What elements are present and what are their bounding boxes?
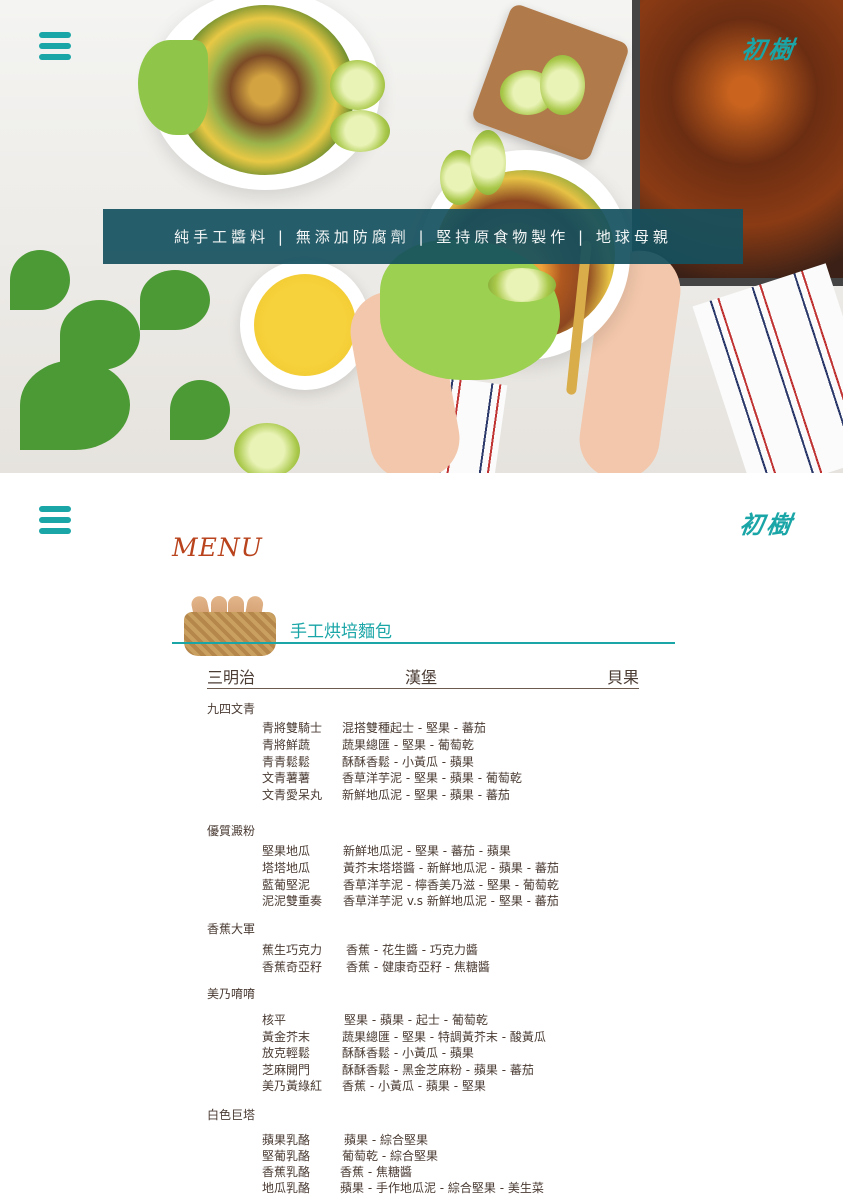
menu-item-name: 塔塔地瓜: [262, 861, 311, 875]
group-title: 白色巨塔: [207, 1108, 256, 1122]
menu-item-name: 黃金芥末: [262, 1030, 311, 1044]
menu-item-name: 地瓜乳酪: [262, 1181, 311, 1195]
towel-image: [692, 263, 843, 473]
column-divider: [207, 688, 639, 689]
group-title: 美乃唷唷: [207, 987, 256, 1001]
menu-item-name: 香蕉奇亞籽: [262, 960, 323, 974]
menu-item-desc: 香草洋芋泥 - 堅果 - 蘋果 - 葡萄乾: [342, 771, 522, 785]
menu-item-desc: 混搭雙種起士 - 堅果 - 蕃茄: [342, 721, 486, 735]
menu-item-desc: 新鮮地瓜泥 - 堅果 - 蘋果 - 蕃茄: [342, 788, 510, 802]
logo[interactable]: 初樹: [740, 30, 799, 65]
menu-item-name: 放克輕鬆: [262, 1046, 311, 1060]
menu-item-name: 藍葡堅泥: [262, 878, 311, 892]
menu-item-name: 青青鬆鬆: [262, 755, 311, 769]
menu-item-desc: 蘋果 - 手作地瓜泥 - 綜合堅果 - 美生菜: [340, 1181, 544, 1195]
menu-item-desc: 蔬果總匯 - 堅果 - 特調黃芥末 - 酸黃瓜: [342, 1030, 546, 1044]
menu-item-name: 美乃黃綠紅: [262, 1079, 323, 1093]
group-title: 優質澱粉: [207, 824, 256, 838]
hamburger-menu-button[interactable]: [39, 32, 71, 60]
bread-basket-icon: [184, 594, 276, 656]
menu-item-name: 堅葡乳酪: [262, 1149, 311, 1163]
menu-item-name: 核平: [262, 1013, 287, 1027]
section-divider: [172, 642, 675, 644]
menu-item-desc: 香蕉 - 花生醬 - 巧克力醬: [346, 943, 478, 957]
menu-item-desc: 香蕉 - 焦糖醬: [340, 1165, 412, 1179]
menu-item-desc: 葡萄乾 - 綜合堅果: [342, 1149, 438, 1163]
column-sandwich: 三明治: [207, 668, 256, 687]
menu-item-desc: 酥酥香鬆 - 黑金芝麻粉 - 蘋果 - 蕃茄: [342, 1063, 534, 1077]
group-title: 九四文青: [207, 702, 256, 716]
menu-item-name: 蕉生巧克力: [262, 943, 323, 957]
menu-item-desc: 香蕉 - 小黃瓜 - 蘋果 - 堅果: [342, 1079, 486, 1093]
menu-item-desc: 香蕉 - 健康奇亞籽 - 焦糖醬: [346, 960, 490, 974]
hamburger-menu-button[interactable]: [39, 506, 71, 534]
menu-item-name: 蘋果乳酪: [262, 1133, 311, 1147]
menu-item-name: 泥泥雙重奏: [262, 894, 323, 908]
menu-item-name: 青將鮮蔬: [262, 738, 311, 752]
slogan-text: 純手工醬料 | 無添加防腐劑 | 堅持原食物製作 | 地球母親: [174, 228, 672, 246]
menu-item-name: 堅果地瓜: [262, 844, 311, 858]
section-title: 手工烘培麵包: [290, 622, 392, 642]
column-bagel: 貝果: [607, 668, 640, 687]
menu-item-name: 文青愛呆丸: [262, 788, 323, 802]
menu-item-name: 青將雙騎士: [262, 721, 323, 735]
menu-item-desc: 酥酥香鬆 - 小黃瓜 - 蘋果: [342, 755, 474, 769]
menu-item-name: 文青薯薯: [262, 771, 311, 785]
slogan-banner: 純手工醬料 | 無添加防腐劑 | 堅持原食物製作 | 地球母親: [103, 209, 743, 264]
menu-item-desc: 香草洋芋泥 v.s 新鮮地瓜泥 - 堅果 - 蕃茄: [343, 894, 559, 908]
menu-item-desc: 香草洋芋泥 - 檸香美乃滋 - 堅果 - 葡萄乾: [343, 878, 559, 892]
menu-item-desc: 蔬果總匯 - 堅果 - 葡萄乾: [342, 738, 474, 752]
menu-item-desc: 堅果 - 蘋果 - 起士 - 葡萄乾: [344, 1013, 488, 1027]
logo[interactable]: 初樹: [738, 505, 797, 540]
menu-item-name: 香蕉乳酪: [262, 1165, 311, 1179]
menu-title: MENU: [172, 533, 263, 562]
menu-item-name: 芝麻開門: [262, 1063, 311, 1077]
column-burger: 漢堡: [405, 668, 438, 687]
menu-item-desc: 蘋果 - 綜合堅果: [344, 1133, 428, 1147]
menu-item-desc: 酥酥香鬆 - 小黃瓜 - 蘋果: [342, 1046, 474, 1060]
bread-type-header: 三明治 漢堡 貝果: [207, 664, 639, 688]
group-title: 香蕉大軍: [207, 922, 256, 936]
menu-item-desc: 黃芥末塔塔醬 - 新鮮地瓜泥 - 蘋果 - 蕃茄: [343, 861, 559, 875]
menu-item-desc: 新鮮地瓜泥 - 堅果 - 蕃茄 - 蘋果: [343, 844, 511, 858]
